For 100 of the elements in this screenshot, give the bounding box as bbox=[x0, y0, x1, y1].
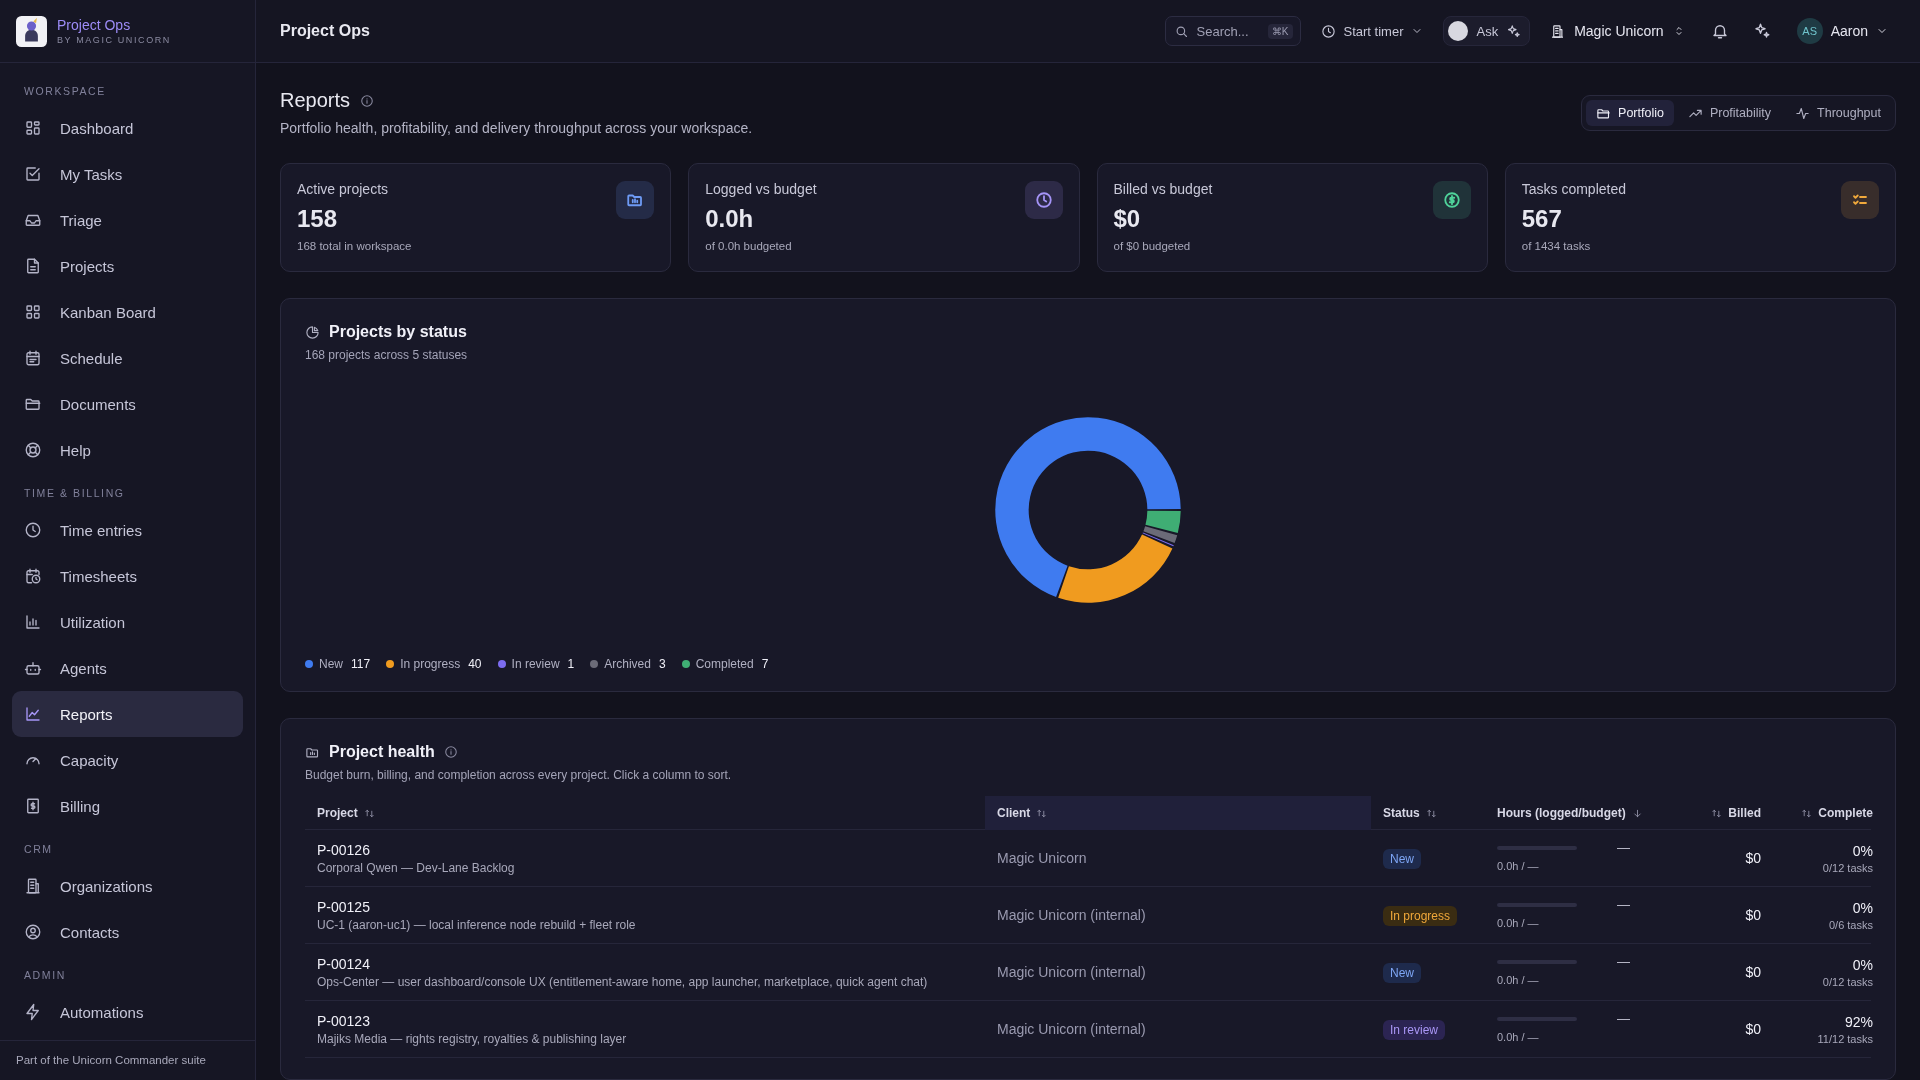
clock-icon bbox=[1320, 23, 1336, 39]
card-title: Project health bbox=[329, 743, 435, 761]
page-title: Project Ops bbox=[280, 22, 370, 40]
billed-amount: $0 bbox=[1745, 964, 1761, 980]
column-header[interactable]: Hours (logged/budget) bbox=[1485, 796, 1681, 830]
dashboard-icon bbox=[24, 119, 42, 137]
bar-chart-icon bbox=[24, 613, 42, 631]
client-name: Magic Unicorn bbox=[997, 850, 1088, 866]
sidebar-item[interactable]: Documents bbox=[12, 381, 243, 427]
hours-dash: — bbox=[1617, 1011, 1630, 1026]
legend-label: In review bbox=[511, 657, 560, 671]
billed-amount: $0 bbox=[1745, 1021, 1761, 1037]
project-name: Ops-Center — user dashboard/console UX (entitlement-aware home, app launcher, marketplace, quick agent chat) bbox=[317, 974, 929, 989]
billed-amount: $0 bbox=[1745, 907, 1761, 923]
sidebar-item[interactable]: Projects bbox=[12, 243, 243, 289]
sidebar-item[interactable]: Organizations bbox=[12, 863, 243, 909]
stat-label: Active projects bbox=[297, 181, 390, 197]
task-count: 0/12 tasks bbox=[1822, 861, 1873, 874]
stat-label: Tasks completed bbox=[1521, 181, 1627, 197]
stat-label: Logged vs budget bbox=[705, 181, 817, 197]
sort-icon bbox=[1711, 807, 1723, 819]
project-name: Corporal Qwen — Dev-Lane Backlog bbox=[317, 860, 516, 875]
project-id: P-00124 bbox=[317, 955, 371, 972]
sidebar-item[interactable]: Triage bbox=[12, 197, 243, 243]
hours-text: 0.0h / — bbox=[1497, 974, 1540, 986]
view-tab[interactable]: Throughput bbox=[1785, 100, 1891, 126]
checkbox-icon bbox=[24, 165, 42, 183]
hours-dash: — bbox=[1617, 897, 1630, 912]
lightning-icon bbox=[24, 1003, 42, 1021]
project-name: UC-1 (aaron-uc1) — local inference node rebuild + fleet role bbox=[317, 917, 637, 932]
line-chart-icon bbox=[24, 705, 42, 723]
user-menu[interactable]: AS Aaron bbox=[1788, 16, 1896, 46]
column-header[interactable]: Client bbox=[985, 796, 1371, 830]
sidebar-item[interactable]: Automations bbox=[12, 989, 243, 1035]
legend-label: New bbox=[319, 657, 343, 671]
sidebar-item[interactable]: My Tasks bbox=[12, 151, 243, 197]
client-name: Magic Unicorn (internal) bbox=[997, 1021, 1147, 1037]
shortcut-hint: ⌘K bbox=[1267, 24, 1293, 39]
sidebar-item[interactable]: Help bbox=[12, 427, 243, 473]
column-header[interactable]: Project bbox=[305, 796, 985, 830]
bell-icon bbox=[1710, 22, 1729, 40]
section-label: ADMIN bbox=[23, 968, 67, 983]
status-badge: In review bbox=[1383, 1020, 1446, 1040]
sidebar-item[interactable]: Contacts bbox=[12, 909, 243, 955]
stat-value: 567 bbox=[1521, 205, 1563, 233]
footer-text: Part of the Unicorn Commander suite bbox=[0, 1040, 255, 1080]
sparkle-icon bbox=[1752, 22, 1771, 40]
avatar bbox=[1448, 21, 1469, 41]
lifebuoy-icon bbox=[24, 441, 42, 459]
column-header[interactable]: Status bbox=[1371, 796, 1485, 830]
sort-icon bbox=[1425, 807, 1437, 819]
stat-value: $0 bbox=[1113, 205, 1142, 233]
section-label: TIME & BILLING bbox=[23, 486, 126, 501]
status-badge: New bbox=[1383, 963, 1421, 983]
legend-count: 40 bbox=[468, 657, 482, 671]
column-header[interactable]: Complete bbox=[1773, 796, 1885, 830]
calendar-clock-icon bbox=[24, 567, 42, 585]
sort-descending-icon bbox=[1631, 807, 1643, 819]
stat-note: of $0 budgeted bbox=[1113, 240, 1192, 252]
billed-amount: $0 bbox=[1745, 850, 1761, 866]
sidebar-item[interactable]: Billing bbox=[12, 783, 243, 829]
sidebar-item[interactable]: Time entries bbox=[12, 507, 243, 553]
stat-note: 168 total in workspace bbox=[297, 240, 412, 252]
column-header[interactable]: Billed bbox=[1681, 796, 1773, 830]
clock-icon bbox=[24, 521, 42, 539]
sparkle-icon bbox=[1506, 23, 1522, 39]
ask-button[interactable]: Ask bbox=[1443, 16, 1531, 46]
hours-dash: — bbox=[1617, 840, 1630, 855]
workspace-switcher[interactable]: Magic Unicorn bbox=[1542, 16, 1693, 46]
sidebar-item[interactable]: Dashboard bbox=[12, 105, 243, 151]
sidebar-item[interactable]: Capacity bbox=[12, 737, 243, 783]
sidebar-item[interactable]: Timesheets bbox=[12, 553, 243, 599]
legend-label: In progress bbox=[400, 657, 461, 671]
legend-count: 7 bbox=[761, 657, 769, 671]
complete-percent: 92% bbox=[1844, 1013, 1873, 1030]
page-subtitle: Portfolio health, profitability, and delivery throughput across your workspace. bbox=[280, 120, 753, 136]
sidebar-item[interactable]: Utilization bbox=[12, 599, 243, 645]
robot-icon bbox=[24, 659, 42, 677]
legend-count: 3 bbox=[658, 657, 666, 671]
view-tab[interactable]: Portfolio bbox=[1586, 100, 1674, 126]
sort-icon bbox=[363, 807, 375, 819]
sort-icon bbox=[1801, 807, 1813, 819]
sidebar-item[interactable]: Schedule bbox=[12, 335, 243, 381]
project-id: P-00123 bbox=[317, 1012, 371, 1029]
sidebar-item[interactable]: Kanban Board bbox=[12, 289, 243, 335]
stat-value: 158 bbox=[297, 205, 339, 233]
timer-button[interactable]: Start timer bbox=[1312, 16, 1432, 46]
complete-percent: 0% bbox=[1852, 956, 1873, 973]
sidebar-item[interactable]: Agents bbox=[12, 645, 243, 691]
section-label: CRM bbox=[23, 842, 54, 857]
stat-value: 0.0h bbox=[705, 205, 755, 233]
stat-label: Billed vs budget bbox=[1113, 181, 1213, 197]
hours-text: 0.0h / — bbox=[1497, 860, 1540, 872]
logo-icon bbox=[16, 15, 47, 47]
card-subtitle: Budget burn, billing, and completion across every project. Click a column to sort. bbox=[305, 768, 733, 782]
sidebar-item[interactable]: Reports bbox=[12, 691, 243, 737]
view-tab[interactable]: Profitability bbox=[1677, 100, 1782, 126]
dollar-receipt-icon bbox=[24, 797, 42, 815]
sort-icon bbox=[1036, 807, 1048, 819]
complete-percent: 0% bbox=[1852, 899, 1873, 916]
